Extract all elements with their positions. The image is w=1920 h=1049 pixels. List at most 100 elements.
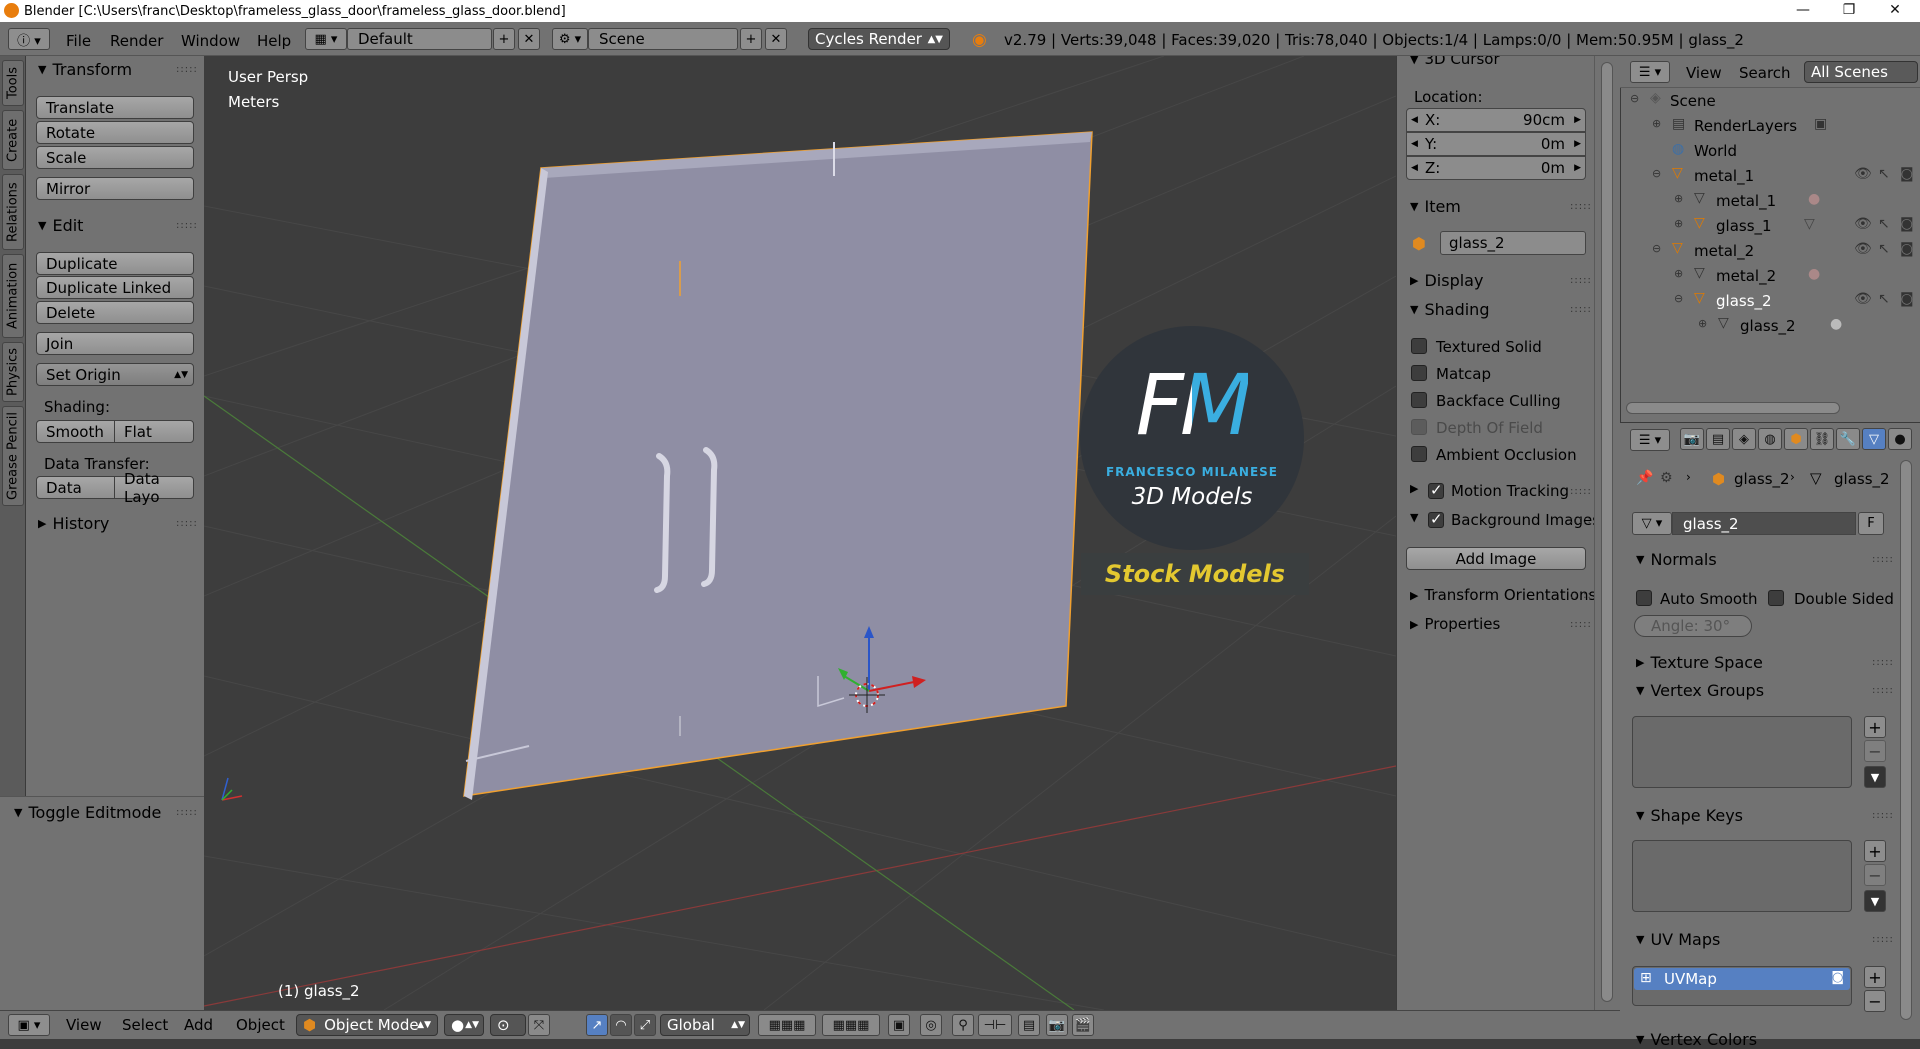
expand-icon[interactable]: ⊕ [1652,117,1661,130]
scale-button[interactable]: Scale [36,146,194,169]
outliner-row-metal-1-mesh[interactable]: ⊕ ▽ metal_1 ● [1622,189,1920,214]
add-vertex-group-button[interactable]: + [1864,716,1886,738]
outliner-horizontal-scrollbar[interactable] [1626,402,1840,414]
increment-arrow-icon[interactable]: ▶ [1574,139,1581,149]
world-tab-icon[interactable]: ◍ [1758,428,1782,450]
viewport-editor-type-icon[interactable]: ▣ ▾ [8,1014,50,1036]
mesh-browse-icon[interactable]: ▽ ▾ [1632,512,1672,535]
drag-handle-icon[interactable]: ::::: [176,64,198,75]
edit-panel-header[interactable]: ▼ Edit [38,216,83,235]
manipulator-toggle-icon[interactable]: ⤧ [528,1014,550,1036]
remove-uv-map-button[interactable]: − [1864,990,1886,1012]
pivot-point-dropdown[interactable]: ⊙ [490,1014,526,1036]
vertex-group-specials-icon[interactable]: ▼ [1864,766,1886,788]
menu-window[interactable]: Window [181,32,240,50]
screen-layout-icon[interactable]: ▦ ▾ [305,28,347,50]
mirror-button[interactable]: Mirror [36,177,194,200]
texture-space-panel-header[interactable]: ▶ Texture Space [1636,653,1763,672]
opengl-render-icon[interactable]: ▤ [1018,1014,1040,1036]
viewport-shading-dropdown[interactable]: ● ▲▼ [444,1014,484,1036]
flat-button[interactable]: Flat [114,420,194,443]
outliner-row-world[interactable]: ◍ World [1622,139,1920,164]
drag-handle-icon[interactable]: ::::: [1872,554,1894,565]
tab-relations[interactable]: Relations [2,174,24,250]
data-button[interactable]: Data [36,476,115,499]
outliner-row-metal-2[interactable]: ⊖ ▽ metal_2 👁 ↖ ◙ [1622,239,1920,264]
drag-handle-icon[interactable]: ::::: [1872,934,1894,945]
depth-of-field-checkbox[interactable] [1411,419,1427,435]
remove-scene-icon[interactable]: ✕ [765,28,787,50]
collapse-icon[interactable]: ⊖ [1674,292,1683,305]
toggle-editmode-header[interactable]: ▼ Toggle Editmode [14,803,161,822]
history-panel-header[interactable]: ▶ History [38,514,109,533]
duplicate-button[interactable]: Duplicate [36,252,194,275]
motion-tracking-panel-header[interactable]: ▶ [1410,482,1424,495]
increment-arrow-icon[interactable]: ▶ [1574,163,1581,173]
increment-arrow-icon[interactable]: ▶ [1574,115,1581,125]
selectability-cursor-icon[interactable]: ↖ [1878,216,1890,232]
translate-manipulator-icon[interactable]: ↗ [586,1014,608,1036]
proportional-editing-icon[interactable]: ◎ [920,1014,942,1036]
viewport-menu-object[interactable]: Object [236,1016,285,1034]
transform-panel-header[interactable]: ▼ Transform [38,60,132,79]
material-tab-icon[interactable]: ● [1888,428,1912,450]
item-panel-header[interactable]: ▼ Item [1410,197,1461,216]
remove-layout-icon[interactable]: ✕ [518,28,540,50]
snap-toggle-icon[interactable]: ⚲ [952,1014,974,1036]
translate-button[interactable]: Translate [36,96,194,119]
mesh-name-field[interactable]: glass_2 [1672,512,1856,535]
drag-handle-icon[interactable]: ::::: [1872,810,1894,821]
expand-icon[interactable]: ⊕ [1674,217,1683,230]
visibility-eye-icon[interactable]: 👁 [1854,241,1872,257]
cursor-x-field[interactable]: ◀ X: 90cm ▶ [1406,108,1586,132]
data-layout-button[interactable]: Data Layo [114,470,194,506]
decrement-arrow-icon[interactable]: ◀ [1411,139,1418,149]
tab-grease-pencil[interactable]: Grease Pencil [2,406,24,506]
outliner-menu-search[interactable]: Search [1739,64,1791,82]
transform-orientations-panel-header[interactable]: ▶ Transform Orientations [1410,586,1596,604]
outliner-row-metal-2-mesh[interactable]: ⊕ ▽ metal_2 ● [1622,264,1920,289]
drag-handle-icon[interactable]: ::::: [1570,590,1592,601]
smooth-button[interactable]: Smooth [36,420,115,443]
matcap-checkbox[interactable] [1411,365,1427,381]
drag-handle-icon[interactable]: ::::: [176,518,198,529]
renderability-camera-icon[interactable]: ◙ [1900,166,1914,182]
render-engine-dropdown[interactable]: Cycles Render ▲▼ [808,28,950,50]
drag-handle-icon[interactable]: ::::: [1570,275,1592,286]
close-button[interactable]: ✕ [1872,0,1918,22]
scene-selector-icon[interactable]: ⚙ ▾ [552,28,588,50]
shading-panel-header[interactable]: ▼ Shading [1410,300,1489,319]
add-scene-icon[interactable]: + [740,28,762,50]
motion-tracking-checkbox[interactable] [1428,481,1444,499]
scene-layers-grid-icon-2[interactable]: ▦▦▦ [822,1014,880,1036]
visibility-eye-icon[interactable]: 👁 [1854,291,1872,307]
collapse-icon[interactable]: ⊖ [1652,167,1661,180]
collapse-icon[interactable]: ⊖ [1630,92,1639,105]
collapse-icon[interactable]: ⊖ [1652,242,1661,255]
outliner-row-glass-2-mesh[interactable]: ⊕ ▽ glass_2 ● [1622,314,1920,339]
scene-name-field[interactable]: Scene [588,28,738,50]
minimize-button[interactable]: — [1780,0,1826,22]
visibility-eye-icon[interactable]: 👁 [1854,166,1872,182]
transform-orientation-dropdown[interactable]: Global ▲▼ [660,1014,750,1036]
viewport-menu-select[interactable]: Select [122,1016,168,1034]
pin-icon[interactable]: 📌 [1636,470,1653,486]
drag-handle-icon[interactable]: ::::: [1570,486,1592,497]
scale-manipulator-icon[interactable]: ⤢ [634,1014,656,1036]
visibility-eye-icon[interactable]: 👁 [1854,216,1872,232]
selectability-cursor-icon[interactable]: ↖ [1878,166,1890,182]
background-images-panel-header[interactable]: ▼ [1410,511,1424,524]
renderlayer-toggle-icon[interactable]: ▣ [1814,116,1827,132]
decrement-arrow-icon[interactable]: ◀ [1411,115,1418,125]
add-layout-icon[interactable]: + [493,28,515,50]
expand-icon[interactable]: ⊕ [1698,317,1707,330]
properties-scrollbar[interactable] [1900,460,1912,1020]
expand-icon[interactable]: ⊕ [1674,192,1683,205]
ambient-occlusion-checkbox[interactable] [1411,446,1427,462]
mesh-data-tab-icon[interactable]: ▽ [1862,428,1886,450]
outliner-menu-view[interactable]: View [1686,64,1722,82]
double-sided-checkbox[interactable] [1768,590,1784,606]
delete-button[interactable]: Delete [36,301,194,324]
join-button[interactable]: Join [36,332,194,355]
vertex-groups-list[interactable] [1632,716,1852,788]
